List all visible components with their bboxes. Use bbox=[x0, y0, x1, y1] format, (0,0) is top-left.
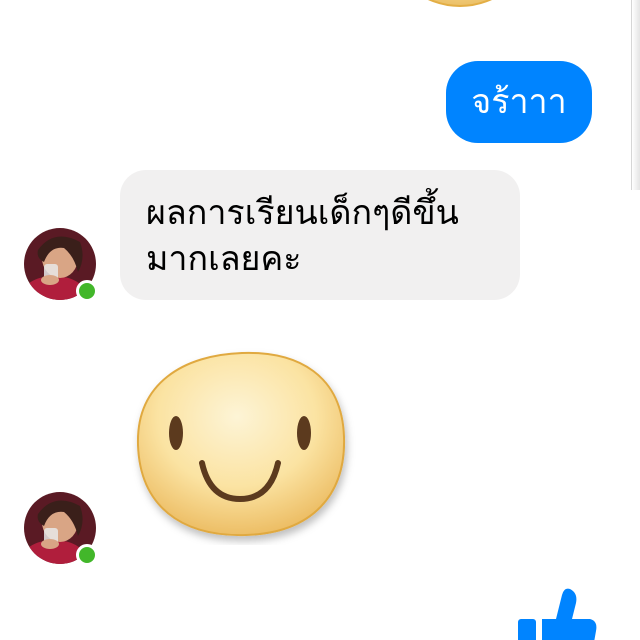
outgoing-message-bubble[interactable]: จร้าาา bbox=[446, 61, 592, 143]
message-thread[interactable]: จร้าาา ผลการเรียนเด็กๆดีขึ้น มากเลยคะ bbox=[0, 0, 640, 640]
message-text-line: มากเลยคะ bbox=[146, 239, 302, 279]
avatar[interactable] bbox=[24, 228, 98, 302]
sticker-message[interactable] bbox=[128, 345, 356, 545]
like-button[interactable] bbox=[510, 585, 600, 640]
online-dot-icon bbox=[76, 544, 98, 566]
sticker-message-partial[interactable] bbox=[385, 0, 535, 12]
smiley-face-sticker bbox=[136, 351, 346, 537]
thumbs-up-icon bbox=[518, 588, 597, 640]
message-text-line: ผลการเรียนเด็กๆดีขึ้น bbox=[146, 193, 459, 233]
scrollbar[interactable] bbox=[631, 0, 640, 190]
incoming-message-bubble[interactable]: ผลการเรียนเด็กๆดีขึ้น มากเลยคะ bbox=[120, 170, 520, 300]
smiley-face-sticker bbox=[427, 0, 493, 7]
avatar[interactable] bbox=[24, 492, 98, 566]
message-text: จร้าาา bbox=[471, 82, 567, 122]
online-dot-icon bbox=[76, 280, 98, 302]
